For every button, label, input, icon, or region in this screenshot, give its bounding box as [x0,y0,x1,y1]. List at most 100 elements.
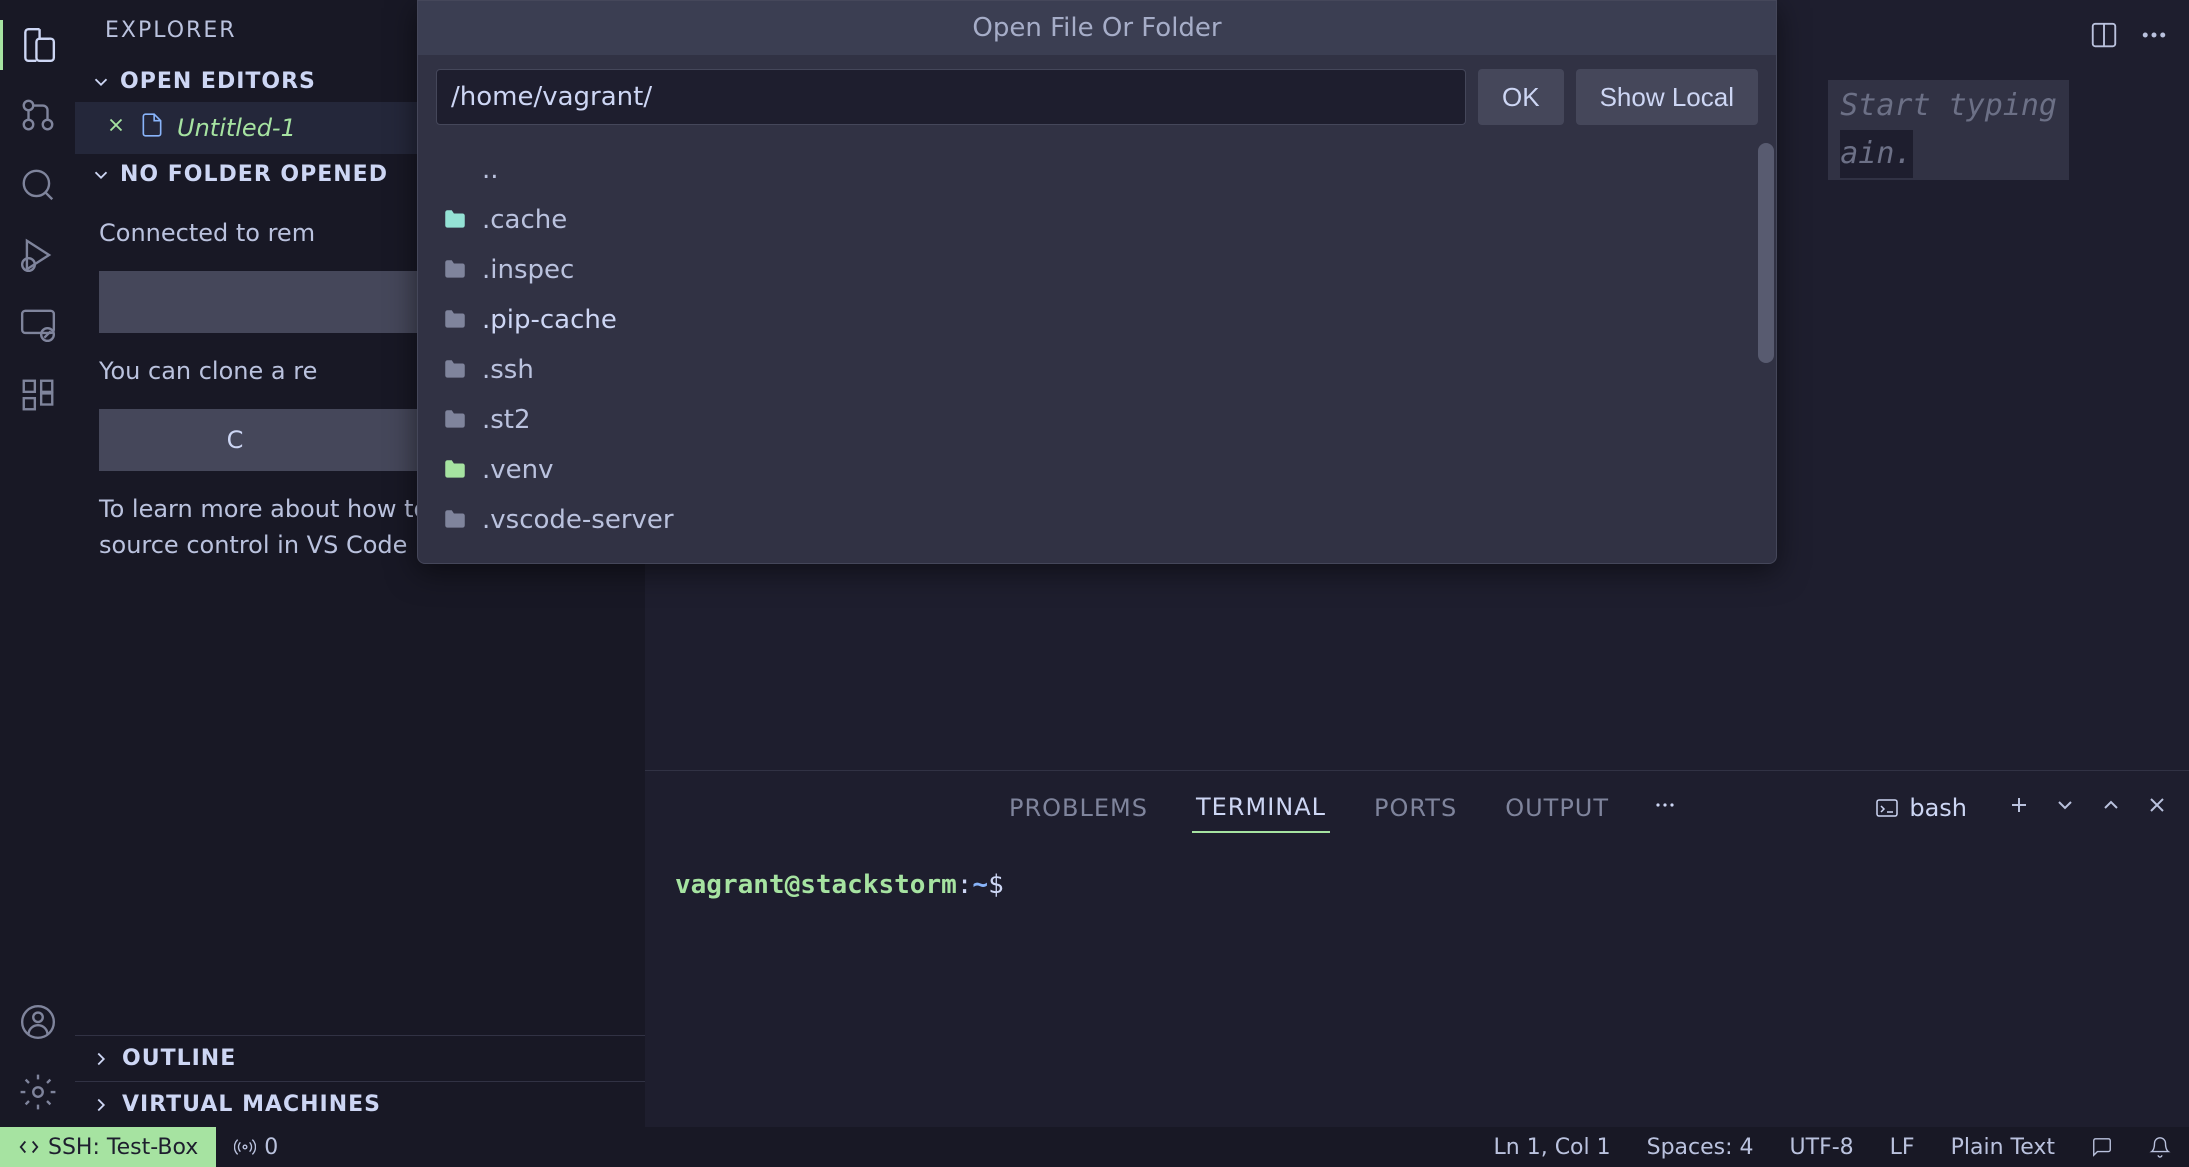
folder-icon [442,457,468,483]
activity-scm[interactable] [0,80,75,150]
tab-output[interactable]: OUTPUT [1501,784,1613,832]
activity-account[interactable] [0,987,75,1057]
open-file-dialog: Open File Or Folder OK Show Local .. .ca… [417,0,1777,564]
antenna-icon [234,1136,256,1158]
terminal-selector[interactable]: bash [1875,794,1967,822]
dialog-title: Open File Or Folder [418,1,1776,55]
virtual-machines-header[interactable]: VIRTUAL MACHINES [75,1081,645,1127]
chevron-down-icon [90,164,112,186]
activity-remote[interactable] [0,290,75,360]
open-editor-filename: Untitled-1 [177,114,296,142]
list-item-label: .cache [482,205,567,235]
activity-settings[interactable] [0,1057,75,1127]
source-control-icon [19,96,57,134]
terminal-dropdown-button[interactable] [2053,793,2077,823]
gear-icon [19,1073,57,1111]
status-encoding[interactable]: UTF-8 [1772,1135,1872,1160]
list-item-inspec[interactable]: .inspec [436,245,1758,295]
list-item-pip-cache[interactable]: .pip-cache [436,295,1758,345]
list-item-st2[interactable]: .st2 [436,395,1758,445]
more-actions-button[interactable] [2139,20,2169,54]
ellipsis-icon [2139,20,2169,50]
list-item-label: .. [482,155,499,185]
folder-icon [442,307,468,333]
terminal-prompt-symbol: $ [988,870,1004,900]
terminal-prompt-path: ~ [972,870,988,900]
terminal-body[interactable]: vagrant@stackstorm:~$ [645,845,2189,925]
list-item-label: .vscode-server [482,505,674,535]
new-terminal-button[interactable] [2007,793,2031,823]
terminal-prompt-user: vagrant@stackstorm [675,870,957,900]
tab-problems[interactable]: PROBLEMS [1005,784,1152,832]
debug-icon [19,236,57,274]
tab-terminal[interactable]: TERMINAL [1192,783,1330,833]
status-cursor[interactable]: Ln 1, Col 1 [1476,1135,1629,1160]
list-item-cache[interactable]: .cache [436,195,1758,245]
folder-icon [442,507,468,533]
panel-more-button[interactable] [1653,793,1677,823]
chevron-down-icon [2053,793,2077,817]
close-icon [2145,793,2169,817]
ports-count: 0 [264,1135,278,1160]
extensions-icon [19,376,57,414]
path-input[interactable] [436,69,1466,125]
tab-ports[interactable]: PORTS [1370,784,1461,832]
clone-button-text: C [227,422,244,458]
remote-icon [18,1136,40,1158]
vm-label: VIRTUAL MACHINES [122,1092,381,1117]
status-language[interactable]: Plain Text [1933,1135,2073,1160]
list-item-label: .st2 [482,405,531,435]
activity-debug[interactable] [0,220,75,290]
split-editor-button[interactable] [2089,20,2119,54]
status-remote[interactable]: SSH: Test-Box [0,1127,216,1167]
dialog-scrollbar[interactable] [1758,143,1774,363]
folder-icon [442,257,468,283]
open-editors-label: OPEN EDITORS [120,69,316,94]
activity-bar [0,0,75,1127]
list-item-label: .venv [482,455,554,485]
ellipsis-icon [1653,793,1677,817]
list-item-ssh[interactable]: .ssh [436,345,1758,395]
search-icon [19,166,57,204]
plus-icon [2007,793,2031,817]
close-editor-button[interactable] [105,114,127,142]
no-folder-label: NO FOLDER OPENED [120,162,388,187]
folder-icon [442,357,468,383]
outline-header[interactable]: OUTLINE [75,1035,645,1081]
status-ports[interactable]: 0 [216,1135,296,1160]
outline-label: OUTLINE [122,1046,236,1071]
panel: PROBLEMS TERMINAL PORTS OUTPUT bash vagr… [645,770,2189,1127]
list-item-label: .pip-cache [482,305,617,335]
feedback-icon [2091,1136,2113,1158]
terminal-icon [1875,796,1899,820]
remote-explorer-icon [19,306,57,344]
show-local-button[interactable]: Show Local [1576,69,1758,125]
activity-search[interactable] [0,150,75,220]
list-item-label: .inspec [482,255,574,285]
file-icon [139,112,165,144]
file-list: .. .cache .inspec .pip-cache .ssh .st2 .… [418,139,1776,563]
chevron-down-icon [90,71,112,93]
terminal-name: bash [1909,794,1967,822]
list-item-venv[interactable]: .venv [436,445,1758,495]
close-panel-button[interactable] [2145,793,2169,823]
status-bell[interactable] [2131,1136,2189,1158]
account-icon [19,1003,57,1041]
list-item-parent[interactable]: .. [436,145,1758,195]
folder-icon [442,207,468,233]
chevron-right-icon [90,1048,112,1070]
activity-extensions[interactable] [0,360,75,430]
list-item-vscode-server[interactable]: .vscode-server [436,495,1758,545]
activity-explorer[interactable] [0,10,75,80]
maximize-panel-button[interactable] [2099,793,2123,823]
panel-tabs: PROBLEMS TERMINAL PORTS OUTPUT bash [645,771,2189,845]
status-spaces[interactable]: Spaces: 4 [1629,1135,1772,1160]
status-feedback[interactable] [2073,1136,2131,1158]
remote-label: SSH: Test-Box [48,1135,198,1160]
bell-icon [2149,1136,2171,1158]
ok-button[interactable]: OK [1478,69,1564,125]
chevron-up-icon [2099,793,2123,817]
status-eol[interactable]: LF [1872,1135,1933,1160]
files-icon [19,26,57,64]
folder-icon [442,407,468,433]
